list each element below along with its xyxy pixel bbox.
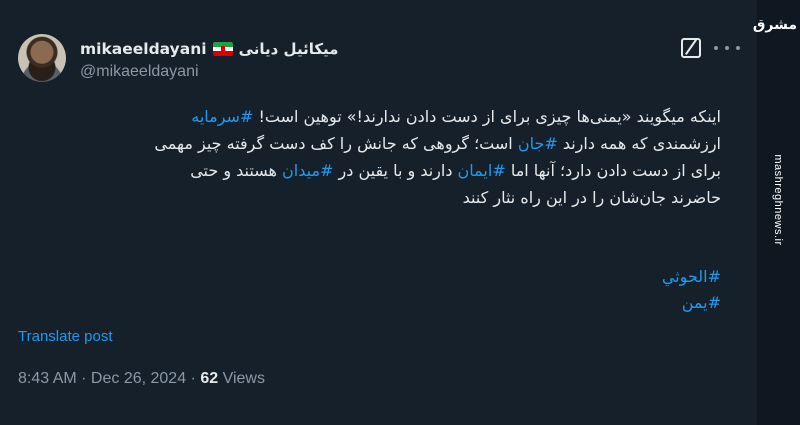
translate-post-link[interactable]: Translate post — [18, 328, 113, 345]
author-handle[interactable]: @mikaeeldayani — [80, 63, 199, 81]
tweet-text: اینکه میگویند «یمنی‌ها چیزی برای از دست … — [21, 103, 721, 211]
mashregh-logo: مشرق — [752, 17, 797, 33]
author-display-name[interactable]: mikaeeldayani — [80, 40, 207, 58]
author-persian-name[interactable]: میکائیل دیانی — [239, 40, 339, 58]
tweet-time[interactable]: 8:43 AM — [18, 370, 77, 387]
author-name-row[interactable]: mikaeeldayani میکائیل دیانی — [80, 38, 338, 60]
tweet-text-line: حاضرند جان‌شان را در این راه نثار کنند — [462, 188, 721, 207]
hashtag-list: #الحوثي #یمن — [662, 264, 721, 316]
views-count: 62 — [200, 370, 219, 387]
hashtag-link[interactable]: #میدان — [282, 161, 333, 180]
watermark-strip: مشرق mashreghnews.ir — [752, 0, 800, 425]
hashtag-link[interactable]: #الحوثي — [662, 264, 721, 290]
grok-icon[interactable] — [681, 38, 701, 58]
tweet-text-line: برای از دست دادن دارد؛ آنها اما #ایمان د… — [190, 161, 721, 180]
tweet-text-line: اینکه میگویند «یمنی‌ها چیزی برای از دست … — [191, 107, 721, 126]
tweet-text-line: ارزشمندی که همه دارند #جان است؛ گروهی که… — [154, 134, 721, 153]
avatar[interactable] — [18, 34, 66, 82]
views-label: Views — [218, 370, 265, 387]
tweet-meta: 8:43 AM · Dec 26, 2024 · 62 Views — [18, 370, 265, 387]
more-icon[interactable] — [714, 44, 740, 52]
tweet-card: mikaeeldayani میکائیل دیانی @mikaeeldaya… — [0, 0, 757, 425]
watermark-url: mashreghnews.ir — [772, 154, 784, 246]
hashtag-link[interactable]: #سرمایه — [191, 107, 253, 126]
iran-flag-icon — [212, 42, 233, 56]
hashtag-link[interactable]: #یمن — [662, 290, 721, 316]
hashtag-link[interactable]: #جان — [518, 134, 558, 153]
tweet-date[interactable]: Dec 26, 2024 — [91, 370, 186, 387]
hashtag-link[interactable]: #ایمان — [458, 161, 506, 180]
